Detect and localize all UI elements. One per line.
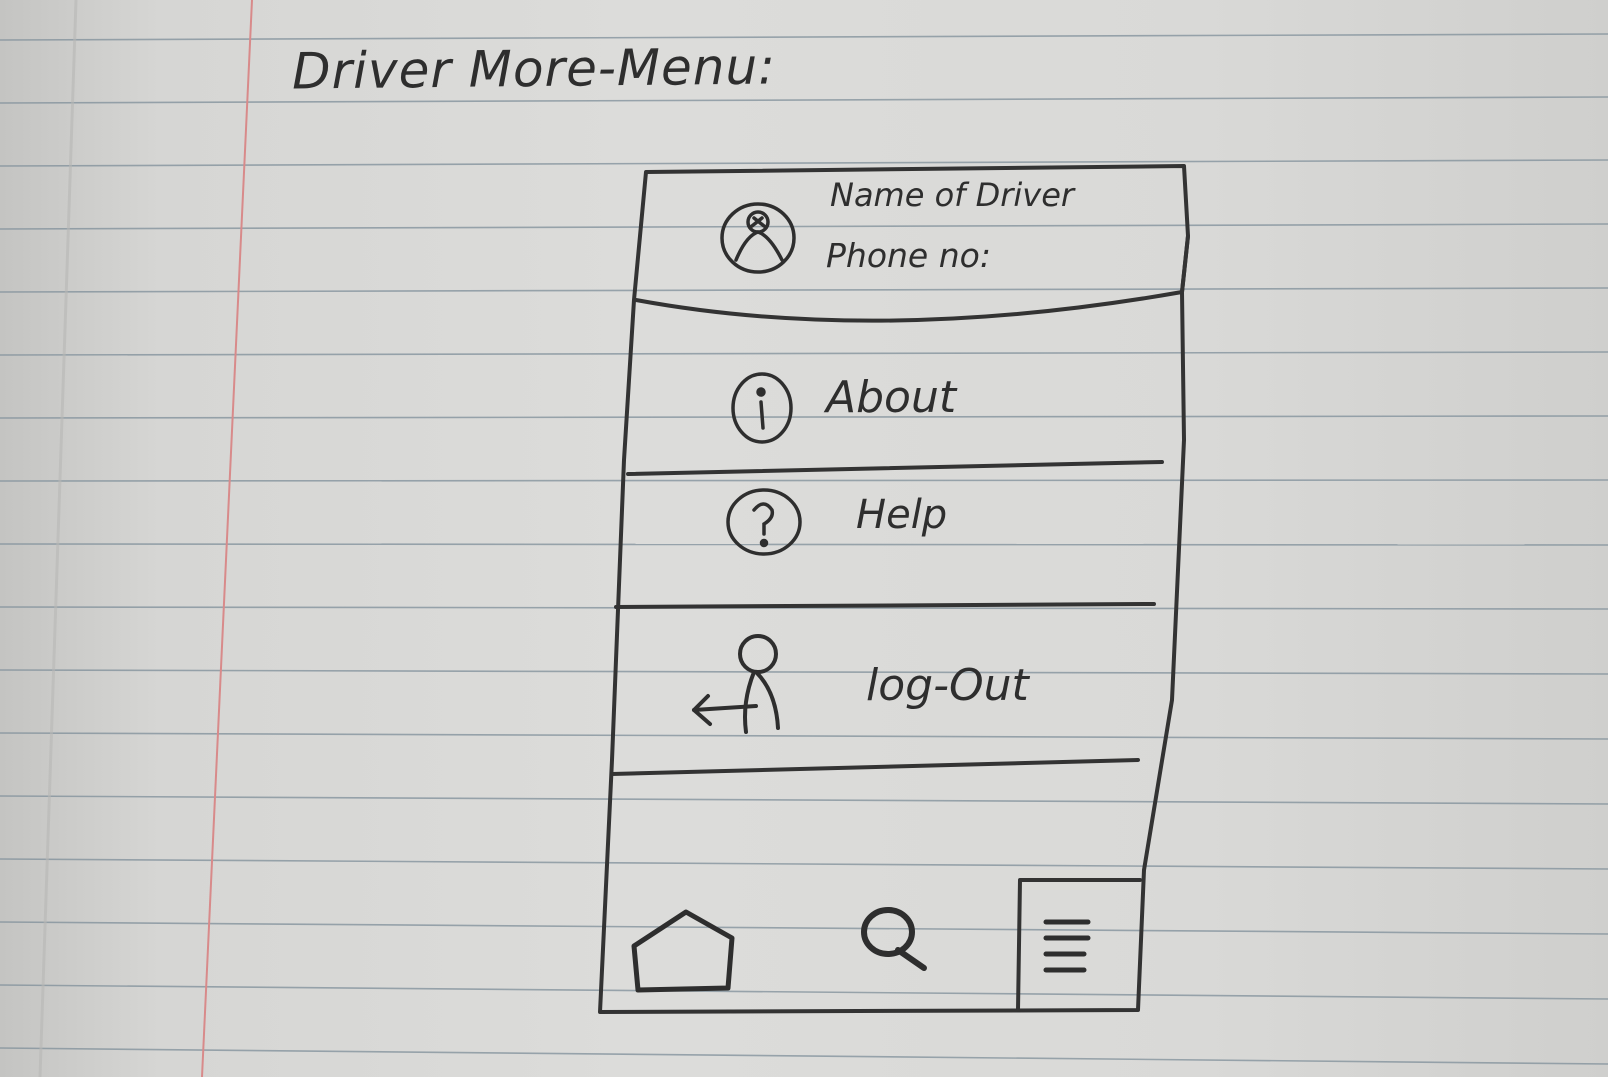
question-icon — [726, 488, 802, 556]
search-icon[interactable] — [852, 900, 934, 982]
logout-icon — [692, 634, 780, 734]
user-circle-icon[interactable] — [716, 196, 800, 280]
menu-icon — [1043, 919, 1091, 973]
driver-phone: Phone no: — [826, 236, 991, 275]
menu-label-logout: log-Out — [866, 660, 1029, 711]
notebook-page: Driver More-Menu: Name of Driver Phone n… — [0, 0, 1608, 1077]
menu-label-help: Help — [856, 492, 948, 538]
info-icon — [731, 372, 793, 444]
home-icon[interactable] — [628, 904, 740, 996]
menu-label-about: About — [826, 372, 957, 423]
driver-name: Name of Driver — [830, 176, 1075, 214]
